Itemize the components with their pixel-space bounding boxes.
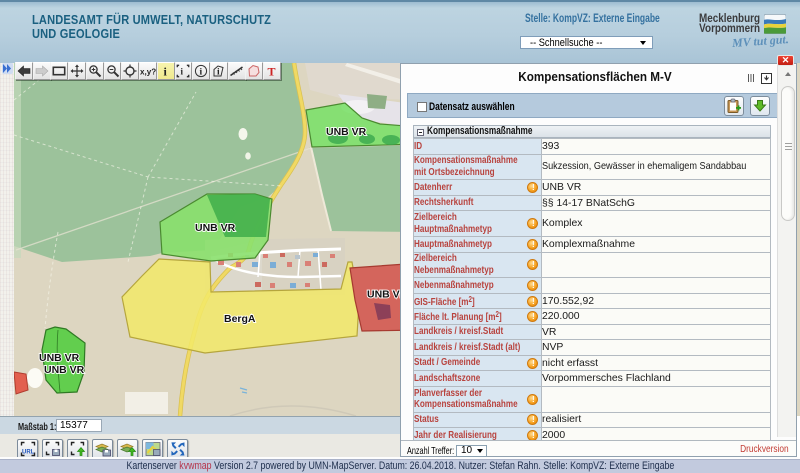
svg-text:i: i [163, 65, 167, 77]
svg-text:UNB VR: UNB VR [195, 222, 236, 234]
svg-text:BergA: BergA [224, 313, 256, 325]
svg-text:i: i [217, 67, 220, 77]
svg-text:i: i [200, 67, 203, 77]
svg-text:T: T [268, 65, 276, 77]
svg-text:UNB VR: UNB VR [44, 364, 85, 376]
svg-text:UNB VR: UNB VR [39, 352, 80, 364]
svg-text:x,y?: x,y? [140, 66, 156, 76]
svg-text:i: i [181, 66, 184, 76]
svg-text:URL: URL [22, 450, 35, 456]
svg-text:UNB VR: UNB VR [326, 126, 367, 138]
